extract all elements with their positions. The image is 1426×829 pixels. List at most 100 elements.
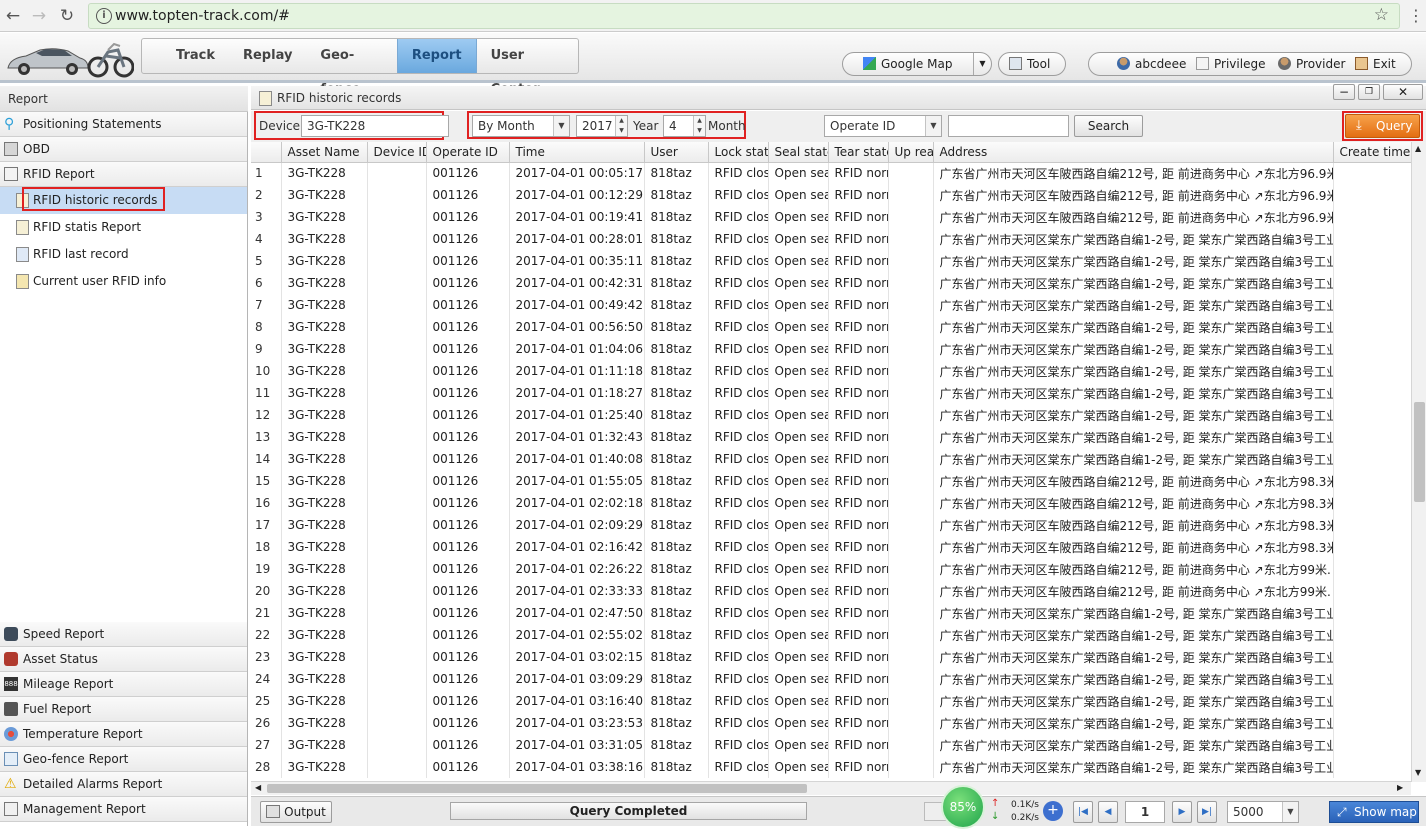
tab-replay[interactable]: Replay [229,39,306,73]
column-header[interactable] [251,142,282,163]
tab-report[interactable]: Report [396,39,477,73]
table-row[interactable]: 19 3G-TK228 001126 2017-04-01 02:26:22 818ta… [251,558,1412,580]
column-header[interactable]: Asset Name [281,142,368,163]
column-header[interactable]: Time [509,142,645,163]
table-row[interactable]: 6 3G-TK228 001126 2017-04-01 00:42:31 818taz… [251,272,1412,294]
year-stepper[interactable]: 2017 ▲ ▼ [576,115,628,137]
output-button[interactable]: Output [260,801,332,823]
maximize-button[interactable]: ❐ [1358,84,1380,100]
table-row[interactable]: 22 3G-TK228 001126 2017-04-01 02:55:02 818ta… [251,624,1412,646]
sidebar-item-fuel-report[interactable]: Fuel Report [0,697,247,722]
page-number-input[interactable]: 1 [1125,801,1165,823]
tab-geo-fence[interactable]: Geo-fence [306,39,396,97]
table-row[interactable]: 3 3G-TK228 001126 2017-04-01 00:19:41 818taz… [251,206,1412,228]
month-stepper[interactable]: 4 ▲ ▼ [663,115,706,137]
reload-icon[interactable]: ↻ [56,5,78,27]
table-row[interactable]: 23 3G-TK228 001126 2017-04-01 03:02:15 818ta… [251,646,1412,668]
column-header[interactable]: Device ID [367,142,427,163]
column-header[interactable]: Up rea [888,142,934,163]
table-row[interactable]: 17 3G-TK228 001126 2017-04-01 02:09:29 818ta… [251,514,1412,536]
forward-arrow-icon[interactable]: → [28,5,50,27]
query-button[interactable]: ⤓ Query [1345,114,1420,138]
table-row[interactable]: 16 3G-TK228 001126 2017-04-01 02:02:18 818ta… [251,492,1412,514]
sidebar-item-asset-status[interactable]: Asset Status [0,647,247,672]
device-input[interactable]: 3G-TK228 [301,115,449,137]
table-row[interactable]: 4 3G-TK228 001126 2017-04-01 00:28:01 818taz… [251,228,1412,250]
scroll-thumb[interactable] [1414,402,1425,502]
table-row[interactable]: 24 3G-TK228 001126 2017-04-01 03:09:29 818ta… [251,668,1412,690]
back-arrow-icon[interactable]: ← [2,5,24,27]
column-header[interactable]: Lock state [708,142,769,163]
map-select[interactable]: Google Map ▼ [842,52,992,76]
search-button[interactable]: Search [1074,115,1143,137]
scroll-down-icon[interactable]: ▼ [1415,768,1421,777]
page-size-select[interactable]: 5000 ▼ [1227,801,1299,823]
spinner-icon[interactable]: ▲ ▼ [693,116,705,136]
sidebar-item-rfid-last[interactable]: RFID last record [0,241,247,268]
tab-user-center[interactable]: User Center [477,39,578,97]
table-row[interactable]: 28 3G-TK228 001126 2017-04-01 03:38:16 818ta… [251,756,1412,778]
column-header[interactable]: Operate ID [426,142,510,163]
scroll-right-icon[interactable]: ▶ [1397,783,1403,792]
tool-button[interactable]: Tool [998,52,1066,76]
table-row[interactable]: 18 3G-TK228 001126 2017-04-01 02:16:42 818ta… [251,536,1412,558]
sidebar-item-temperature-report[interactable]: Temperature Report [0,722,247,747]
site-info-icon[interactable]: i [96,8,112,24]
spinner-icon[interactable]: ▲ ▼ [615,116,627,136]
plus-icon[interactable]: + [1043,801,1063,821]
show-map-button[interactable]: ⤢ Show map [1329,801,1419,823]
table-row[interactable]: 14 3G-TK228 001126 2017-04-01 01:40:08 818ta… [251,448,1412,470]
sidebar-item-geofence-report[interactable]: Geo-fence Report [0,747,247,772]
table-row[interactable]: 5 3G-TK228 001126 2017-04-01 00:35:11 818taz… [251,250,1412,272]
column-header[interactable]: Tear state [828,142,889,163]
chevron-down-icon[interactable]: ▼ [973,53,991,75]
sidebar-item-management-report[interactable]: Management Report [0,797,247,822]
sidebar-item-detailed-alarms[interactable]: ⚠ Detailed Alarms Report [0,772,247,797]
sidebar-item-current-user-rfid[interactable]: Current user RFID info [0,268,247,295]
vertical-scrollbar[interactable]: ▲ ▼ [1411,142,1426,782]
bookmark-star-icon[interactable]: ☆ [1374,5,1389,25]
sidebar-item-mileage-report[interactable]: 888 Mileage Report [0,672,247,697]
horizontal-scrollbar[interactable]: ◀ ▶ [251,781,1411,795]
sidebar-item-obd[interactable]: OBD [0,137,247,162]
table-row[interactable]: 7 3G-TK228 001126 2017-04-01 00:49:42 818taz… [251,294,1412,316]
column-header[interactable]: Create time [1333,142,1412,163]
table-row[interactable]: 1 3G-TK228 001126 2017-04-01 00:05:17 818taz… [251,162,1412,184]
menu-icon[interactable]: ⋮ [1408,6,1424,25]
close-button[interactable]: ✕ [1383,84,1423,100]
column-header[interactable]: Address [933,142,1334,163]
search-input[interactable] [948,115,1069,137]
privilege-link[interactable]: Privilege [1196,53,1265,75]
column-header[interactable]: User [644,142,709,163]
address-bar[interactable]: i www.topten-track.com/# ☆ [88,3,1400,29]
table-row[interactable]: 11 3G-TK228 001126 2017-04-01 01:18:27 818ta… [251,382,1412,404]
column-header[interactable]: Seal state [768,142,829,163]
next-page-button[interactable]: ▶ [1172,801,1192,823]
minimize-button[interactable]: − [1333,84,1355,100]
table-row[interactable]: 8 3G-TK228 001126 2017-04-01 00:56:50 818taz… [251,316,1412,338]
operate-id-select[interactable]: Operate ID ▼ [824,115,942,137]
exit-link[interactable]: Exit [1355,53,1396,75]
table-row[interactable]: 12 3G-TK228 001126 2017-04-01 01:25:40 818ta… [251,404,1412,426]
sidebar-item-positioning[interactable]: ⚲ Positioning Statements [0,112,247,137]
tab-track[interactable]: Track [142,39,229,73]
sidebar-item-speed-report[interactable]: Speed Report [0,622,247,647]
first-page-button[interactable]: |◀ [1073,801,1093,823]
scroll-thumb[interactable] [267,784,807,793]
user-link[interactable]: abcdeee [1117,53,1186,75]
table-row[interactable]: 15 3G-TK228 001126 2017-04-01 01:55:05 818ta… [251,470,1412,492]
period-select[interactable]: By Month ▼ [472,115,570,137]
table-row[interactable]: 25 3G-TK228 001126 2017-04-01 03:16:40 818ta… [251,690,1412,712]
chevron-down-icon[interactable]: ▼ [553,116,569,136]
scroll-up-icon[interactable]: ▲ [1415,144,1421,153]
last-page-button[interactable]: ▶| [1197,801,1217,823]
provider-link[interactable]: Provider [1278,53,1345,75]
table-row[interactable]: 9 3G-TK228 001126 2017-04-01 01:04:06 818taz… [251,338,1412,360]
table-row[interactable]: 27 3G-TK228 001126 2017-04-01 03:31:05 818ta… [251,734,1412,756]
sidebar-item-rfid-report[interactable]: RFID Report [0,162,247,187]
table-row[interactable]: 2 3G-TK228 001126 2017-04-01 00:12:29 818taz… [251,184,1412,206]
table-row[interactable]: 26 3G-TK228 001126 2017-04-01 03:23:53 818ta… [251,712,1412,734]
table-row[interactable]: 21 3G-TK228 001126 2017-04-01 02:47:50 818ta… [251,602,1412,624]
table-row[interactable]: 10 3G-TK228 001126 2017-04-01 01:11:18 818ta… [251,360,1412,382]
table-row[interactable]: 13 3G-TK228 001126 2017-04-01 01:32:43 818ta… [251,426,1412,448]
